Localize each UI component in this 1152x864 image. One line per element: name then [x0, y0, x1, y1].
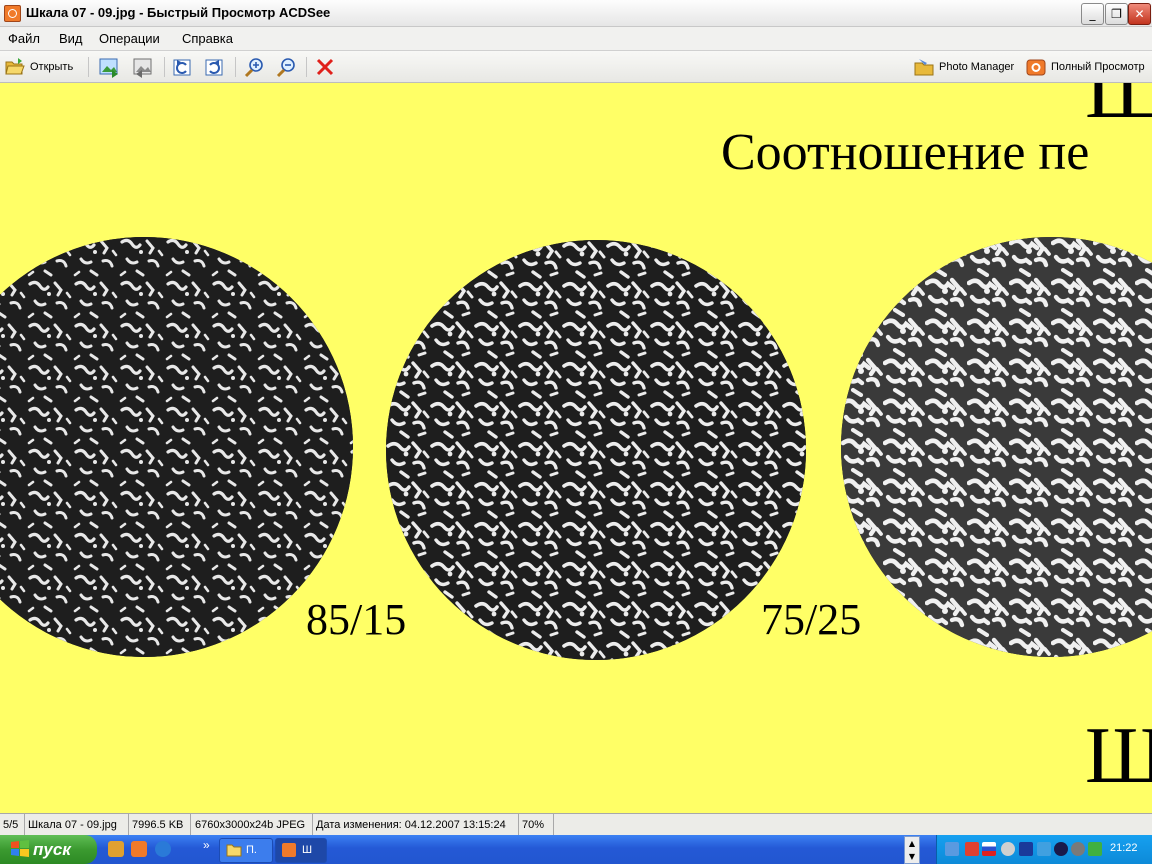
folder-icon — [226, 844, 242, 857]
start-button[interactable]: пуск — [0, 835, 97, 864]
status-format: 6760x3000x24b JPEG — [192, 814, 313, 836]
minimize-button[interactable]: _ — [1081, 3, 1104, 25]
menu-help[interactable]: Справка — [182, 31, 233, 46]
micrograph-texture — [386, 240, 806, 660]
heading-letter-top: Ш — [1085, 83, 1152, 136]
micrograph-circle-1 — [0, 237, 353, 657]
tray-display-icon[interactable] — [1037, 842, 1051, 856]
full-view-button[interactable]: Полный Просмотр — [1025, 55, 1145, 79]
next-image-icon[interactable] — [132, 56, 154, 78]
rotate-left-icon[interactable] — [171, 56, 193, 78]
photo-manager-icon — [914, 59, 934, 76]
tray-network-icon[interactable] — [945, 842, 959, 856]
folder-open-icon — [5, 58, 25, 75]
toolbar-separator — [88, 57, 89, 77]
image-heading-text: Соотношение пе — [721, 124, 1090, 181]
ratio-label-85-15: 85/15 — [306, 595, 407, 644]
quicklaunch-acdsee-icon[interactable] — [131, 841, 147, 857]
tray-settings-icon[interactable] — [1071, 842, 1085, 856]
micrograph-circle-3 — [841, 237, 1152, 657]
windows-logo-icon — [11, 840, 29, 857]
tray-clock: 21:22 — [1110, 842, 1138, 854]
quicklaunch-expand-chevron[interactable]: » — [203, 838, 210, 852]
task-folder-label: П. — [246, 844, 257, 856]
status-filesize: 7996.5 KB — [129, 814, 191, 836]
menu-operations[interactable]: Операции — [99, 31, 160, 46]
quicklaunch-pencil-icon[interactable] — [108, 841, 124, 857]
tray-media-icon[interactable] — [1019, 842, 1033, 856]
menu-bar: Файл Вид Операции Справка — [0, 27, 1152, 51]
menu-view[interactable]: Вид — [59, 31, 83, 46]
status-filename: Шкала 07 - 09.jpg — [25, 814, 129, 836]
taskbar: пуск » П. Ш ▲ ▼ 21:22 — [0, 835, 1152, 864]
zoom-in-icon[interactable] — [244, 56, 266, 78]
tray-security-icon[interactable] — [1054, 842, 1068, 856]
taskbar-scroll-arrows[interactable]: ▲ ▼ — [904, 836, 920, 864]
status-bar: 5/5 Шкала 07 - 09.jpg 7996.5 KB 6760x300… — [0, 813, 1152, 836]
ratio-label-75-25: 75/25 — [761, 595, 862, 644]
status-zoom: 70% — [519, 814, 554, 836]
toolbar-separator — [306, 57, 307, 77]
toolbar: Открыть Photo Manager Полный Просмотр — [0, 51, 1152, 83]
open-button-label: Открыть — [30, 61, 74, 73]
zoom-out-icon[interactable] — [276, 56, 298, 78]
status-modified-date: Дата изменения: 04.12.2007 13:15:24 — [313, 814, 519, 836]
micrograph-circle-2 — [386, 240, 806, 660]
start-label: пуск — [33, 840, 71, 859]
restore-button[interactable]: ❐ — [1105, 3, 1128, 25]
micrograph-texture — [841, 237, 1152, 657]
photo-manager-label: Photo Manager — [939, 61, 1015, 73]
task-acdsee-label: Ш — [302, 844, 313, 856]
task-folder[interactable]: П. — [219, 838, 273, 863]
delete-icon[interactable] — [314, 56, 336, 78]
quicklaunch-ie-icon[interactable] — [155, 841, 171, 857]
toolbar-separator — [235, 57, 236, 77]
title-bar: Шкала 07 - 09.jpg - Быстрый Просмотр ACD… — [0, 0, 1152, 27]
acdsee-task-icon — [282, 843, 296, 857]
micrograph-texture — [0, 237, 353, 657]
photo-manager-button[interactable]: Photo Manager — [913, 55, 1014, 79]
rotate-right-icon[interactable] — [203, 56, 225, 78]
acdsee-app-icon[interactable] — [4, 5, 21, 22]
toolbar-separator — [164, 57, 165, 77]
status-image-index: 5/5 — [0, 814, 25, 836]
tray-update-icon[interactable] — [1088, 842, 1102, 856]
menu-file[interactable]: Файл — [8, 31, 40, 46]
close-button[interactable]: ✕ — [1128, 3, 1151, 25]
heading-letter-bottom: Ш — [1085, 712, 1152, 800]
tray-clock-sync-icon[interactable] — [1001, 842, 1015, 856]
image-viewport[interactable]: Ш Соотношение пе 85/15 75/25 Ш — [0, 83, 1152, 812]
tray-language-flag-icon[interactable] — [982, 842, 996, 856]
full-view-icon — [1026, 59, 1046, 76]
window-title: Шкала 07 - 09.jpg - Быстрый Просмотр ACD… — [26, 5, 331, 20]
full-view-label: Полный Просмотр — [1051, 61, 1145, 73]
task-acdsee[interactable]: Ш — [275, 838, 327, 863]
previous-image-icon[interactable] — [98, 56, 120, 78]
open-button[interactable]: Открыть — [4, 55, 73, 79]
tray-antivirus-icon[interactable] — [965, 842, 979, 856]
